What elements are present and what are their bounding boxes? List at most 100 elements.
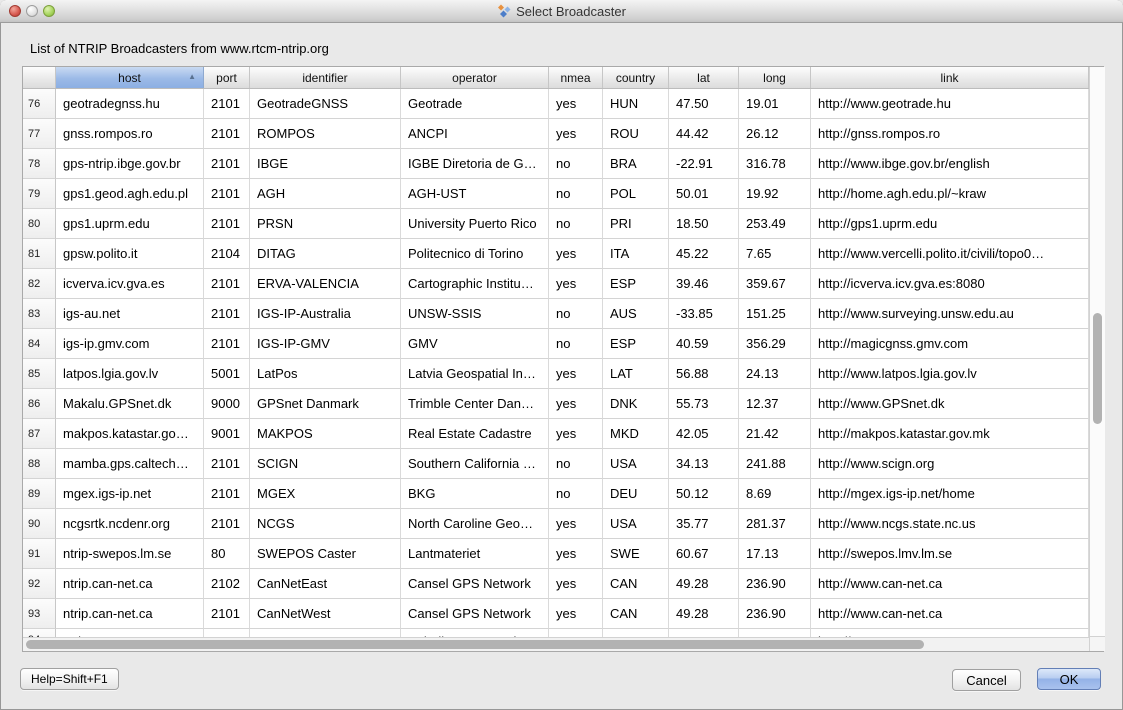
cell-identifier: RTI… xyxy=(250,629,401,637)
column-header-port[interactable]: port xyxy=(204,67,250,88)
cell-port: 2101 xyxy=(204,299,250,329)
cell-port: 2101 xyxy=(204,269,250,299)
table-row[interactable]: 91ntrip-swepos.lm.se80SWEPOS CasterLantm… xyxy=(23,539,1089,569)
ok-button[interactable]: OK xyxy=(1037,668,1101,690)
table-row[interactable]: 77gnss.rompos.ro2101ROMPOSANCPIyesROU44.… xyxy=(23,119,1089,149)
cell-identifier: IGS-IP-Australia xyxy=(250,299,401,329)
column-header-link[interactable]: link xyxy=(811,67,1089,88)
column-header-lat[interactable]: lat xyxy=(669,67,739,88)
cell-operator: BKG xyxy=(401,479,549,509)
column-header-label: host xyxy=(118,71,141,85)
column-header-rownum[interactable] xyxy=(23,67,56,88)
cell-operator: University Puerto Rico xyxy=(401,209,549,239)
cell-lat: 38.50 xyxy=(669,629,739,637)
title-bar[interactable]: Select Broadcaster xyxy=(0,0,1123,23)
column-header-long[interactable]: long xyxy=(739,67,811,88)
cell-identifier: IGS-IP-GMV xyxy=(250,329,401,359)
cell-lat: 60.67 xyxy=(669,539,739,569)
table-row[interactable]: 93ntrip.can-net.ca2101CanNetWestCansel G… xyxy=(23,599,1089,629)
cell-lat: 42.05 xyxy=(669,419,739,449)
cell-operator: North Caroline Geo… xyxy=(401,509,549,539)
cell-operator: UNSW-SSIS xyxy=(401,299,549,329)
table-row[interactable]: 80gps1.uprm.edu2101PRSNUniversity Puerto… xyxy=(23,209,1089,239)
table-row[interactable]: 90ncgsrtk.ncdenr.org2101NCGSNorth Caroli… xyxy=(23,509,1089,539)
cell-identifier: IBGE xyxy=(250,149,401,179)
column-header-country[interactable]: country xyxy=(603,67,669,88)
cancel-button[interactable]: Cancel xyxy=(952,669,1021,691)
cell-port: 5001 xyxy=(204,359,250,389)
table-row[interactable]: 81gpsw.polito.it2104DITAGPolitecnico di … xyxy=(23,239,1089,269)
cell-country: AUS xyxy=(603,299,669,329)
table-row[interactable]: 85latpos.lgia.gov.lv5001LatPosLatvia Geo… xyxy=(23,359,1089,389)
select-broadcaster-dialog: Select Broadcaster List of NTRIP Broadca… xyxy=(0,0,1123,710)
table-row-partial[interactable]: 94ntrip…2101RTI…Rybell Transportatio…USA… xyxy=(23,629,1089,637)
cell-country: POL xyxy=(603,179,669,209)
cell-host: igs-au.net xyxy=(56,299,204,329)
broadcaster-table: host▲portidentifier operator nmeacountryla… xyxy=(22,66,1104,652)
cell-lat: 45.22 xyxy=(669,239,739,269)
table-row[interactable]: 89mgex.igs-ip.net2101MGEXBKGnoDEU50.128.… xyxy=(23,479,1089,509)
horizontal-scrollbar-thumb[interactable] xyxy=(26,640,924,649)
cell-link: http://magicgnss.gmv.com xyxy=(811,329,1089,359)
table-row[interactable]: 92ntrip.can-net.ca2102CanNetEastCansel G… xyxy=(23,569,1089,599)
cell-rownum: 77 xyxy=(23,119,56,149)
cell-rownum: 83 xyxy=(23,299,56,329)
cell-nmea: yes xyxy=(549,89,603,119)
cell-long: 19.92 xyxy=(739,179,811,209)
cell-port: 2101 xyxy=(204,89,250,119)
table-row[interactable]: 83igs-au.net2101IGS-IP-AustraliaUNSW-SSI… xyxy=(23,299,1089,329)
cell-long: 21.42 xyxy=(739,419,811,449)
cell-port: 2101 xyxy=(204,209,250,239)
cell-rownum: 91 xyxy=(23,539,56,569)
cell-port: 2101 xyxy=(204,449,250,479)
help-button[interactable]: Help=Shift+F1 xyxy=(20,668,119,690)
table-row[interactable]: 76geotradegnss.hu2101GeotradeGNSSGeotrad… xyxy=(23,89,1089,119)
cell-host: mamba.gps.caltech… xyxy=(56,449,204,479)
table-row[interactable]: 78gps-ntrip.ibge.gov.br2101IBGEIGBE Dire… xyxy=(23,149,1089,179)
cell-host: mgex.igs-ip.net xyxy=(56,479,204,509)
table-row[interactable]: 84igs-ip.gmv.com2101IGS-IP-GMVGMVnoESP40… xyxy=(23,329,1089,359)
cell-operator: Politecnico di Torino xyxy=(401,239,549,269)
horizontal-scrollbar[interactable] xyxy=(23,637,1089,651)
cell-operator: IGBE Diretoria de G… xyxy=(401,149,549,179)
column-header-host[interactable]: host▲ xyxy=(56,67,204,88)
table-row[interactable]: 87makpos.katastar.go…9001MAKPOSReal Esta… xyxy=(23,419,1089,449)
cell-lat: 40.59 xyxy=(669,329,739,359)
cell-country: USA xyxy=(603,509,669,539)
table-row[interactable]: 82icverva.icv.gva.es2101ERVA-VALENCIACar… xyxy=(23,269,1089,299)
table-row[interactable]: 88mamba.gps.caltech…2101SCIGNSouthern Ca… xyxy=(23,449,1089,479)
cell-lat: 49.28 xyxy=(669,569,739,599)
cell-link: http://www.can-net.ca xyxy=(811,599,1089,629)
cell-rownum: 85 xyxy=(23,359,56,389)
cell-rownum: 82 xyxy=(23,269,56,299)
cell-host: Makalu.GPSnet.dk xyxy=(56,389,204,419)
cell-nmea: yes xyxy=(549,389,603,419)
cell-link: http://www.geotrade.hu xyxy=(811,89,1089,119)
cell-long: 359.67 xyxy=(739,269,811,299)
vertical-scrollbar[interactable] xyxy=(1089,67,1105,651)
column-header-nmea[interactable]: nmea xyxy=(549,67,603,88)
table-header-row: host▲portidentifier operator nmeacountryla… xyxy=(23,67,1089,89)
cell-nmea: no xyxy=(549,449,603,479)
column-header-operator[interactable]: operator xyxy=(401,67,549,88)
cell-identifier: MGEX xyxy=(250,479,401,509)
cell-country: ESP xyxy=(603,329,669,359)
cell-lat: 44.42 xyxy=(669,119,739,149)
column-header-identifier[interactable]: identifier xyxy=(250,67,401,88)
column-header-label: operator xyxy=(452,71,497,85)
cell-nmea: no xyxy=(549,329,603,359)
vertical-scrollbar-thumb[interactable] xyxy=(1093,313,1102,424)
cell-country: CAN xyxy=(603,599,669,629)
cell-identifier: CanNetWest xyxy=(250,599,401,629)
cell-country: DEU xyxy=(603,479,669,509)
table-row[interactable]: 79gps1.geod.agh.edu.pl2101AGHAGH-USTnoPO… xyxy=(23,179,1089,209)
cell-long: 24.13 xyxy=(739,359,811,389)
table-row[interactable]: 86Makalu.GPSnet.dk9000GPSnet DanmarkTrim… xyxy=(23,389,1089,419)
cell-country: USA xyxy=(603,629,669,637)
cell-rownum: 86 xyxy=(23,389,56,419)
cell-nmea: yes xyxy=(549,359,603,389)
cell-link: http://mgex.igs-ip.net/home xyxy=(811,479,1089,509)
cell-nmea xyxy=(549,629,603,637)
cell-country: PRI xyxy=(603,209,669,239)
cell-long: 253.49 xyxy=(739,209,811,239)
